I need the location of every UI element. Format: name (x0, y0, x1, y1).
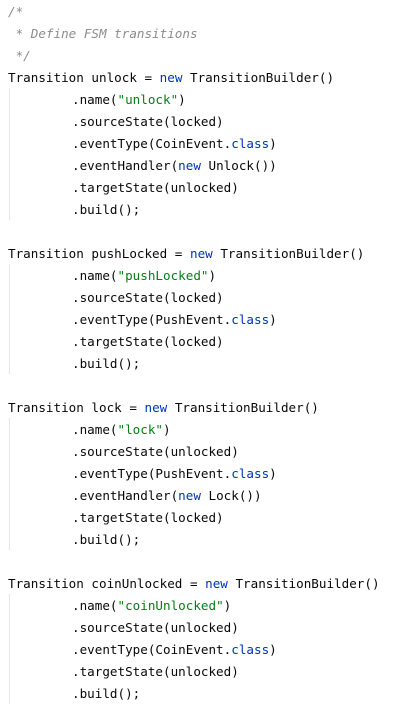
code-line-call: .eventType(PushEvent.class) (8, 309, 277, 331)
code-text: ) (178, 92, 186, 107)
code-line-call: .targetState(locked) (8, 507, 224, 529)
code-keyword: new (205, 576, 228, 591)
code-text: ) (269, 312, 277, 327)
code-text: .sourceState(unlocked) (72, 444, 239, 459)
code-text: Transition lock = (8, 400, 145, 415)
code-text: .eventType(PushEvent. (72, 312, 232, 327)
code-line-call: .build(); (8, 529, 140, 551)
code-line-call: .eventType(CoinEvent.class) (8, 133, 277, 155)
code-text: .targetState(locked) (72, 510, 224, 525)
code-text: .eventType(CoinEvent. (72, 136, 232, 151)
code-line-call: .sourceState(locked) (8, 111, 224, 133)
code-text: .eventHandler( (72, 488, 179, 503)
comment-line: * Define FSM transitions (8, 26, 198, 41)
code-text: .name( (72, 598, 118, 613)
code-line-call: .sourceState(unlocked) (8, 441, 239, 463)
code-line-call: .targetState(unlocked) (8, 177, 239, 199)
code-keyword: class (231, 136, 270, 151)
code-line-declaration: Transition lock = new TransitionBuilder(… (8, 397, 319, 419)
code-line-call: .targetState(unlocked) (8, 661, 239, 683)
code-line-call: .sourceState(unlocked) (8, 617, 239, 639)
code-text: TransitionBuilder() (212, 246, 365, 261)
code-text: .build(); (72, 686, 141, 701)
code-text: ) (269, 136, 277, 151)
code-line-call: .build(); (8, 199, 140, 221)
code-text: .targetState(locked) (72, 334, 224, 349)
code-keyword: class (231, 642, 270, 657)
code-line-call: .build(); (8, 683, 140, 705)
code-text: .name( (72, 422, 118, 437)
code-text: Transition coinUnlocked = (8, 576, 206, 591)
code-line-declaration: Transition coinUnlocked = new Transition… (8, 573, 380, 595)
code-text: ) (269, 642, 277, 657)
code-line-declaration: Transition unlock = new TransitionBuilde… (8, 67, 334, 89)
code-text: TransitionBuilder() (227, 576, 380, 591)
code-keyword: class (231, 466, 270, 481)
code-editor[interactable]: /* * Define FSM transitions */ Transitio… (0, 0, 408, 719)
code-text: .build(); (72, 532, 141, 547)
code-text: ) (163, 422, 171, 437)
code-text: Unlock()) (200, 158, 277, 173)
code-keyword: new (159, 70, 183, 85)
code-string: "lock" (117, 422, 164, 437)
code-line-call: .name("coinUnlocked") (8, 595, 231, 617)
code-string: "coinUnlocked" (117, 598, 224, 613)
code-keyword: new (144, 400, 168, 415)
code-text: .sourceState(locked) (72, 290, 224, 305)
code-line-call: .name("unlock") (8, 89, 186, 111)
code-text: ) (223, 598, 232, 613)
comment-line: */ (8, 48, 31, 63)
code-line-call: .build(); (8, 353, 140, 375)
code-text: ) (208, 268, 217, 283)
code-text: .targetState(unlocked) (72, 664, 239, 679)
code-text: TransitionBuilder() (167, 400, 319, 415)
code-keyword: new (189, 246, 213, 261)
code-line-call: .eventType(CoinEvent.class) (8, 639, 277, 661)
code-text: Transition pushLocked = (8, 246, 190, 261)
code-line-call: .targetState(locked) (8, 331, 224, 353)
code-text: .sourceState(unlocked) (72, 620, 239, 635)
code-text: .build(); (72, 202, 141, 217)
code-string: "pushLocked" (117, 268, 209, 283)
code-line-call: .sourceState(locked) (8, 287, 224, 309)
code-string: "unlock" (117, 92, 179, 107)
code-keyword: class (231, 312, 270, 327)
comment-line: /* (8, 4, 24, 19)
code-text: .eventHandler( (72, 158, 179, 173)
code-text: .build(); (72, 356, 141, 371)
code-line-call: .eventType(PushEvent.class) (8, 463, 277, 485)
code-keyword: new (178, 158, 201, 173)
code-text: Lock()) (200, 488, 262, 503)
code-text: .eventType(CoinEvent. (72, 642, 232, 657)
code-line-call: .name("pushLocked") (8, 265, 216, 287)
code-line-call: .name("lock") (8, 419, 171, 441)
code-text: ) (269, 466, 277, 481)
code-keyword: new (178, 488, 201, 503)
code-line-declaration: Transition pushLocked = new TransitionBu… (8, 243, 364, 265)
code-text: TransitionBuilder() (182, 70, 335, 85)
code-text: .sourceState(locked) (72, 114, 224, 129)
code-text: .name( (72, 268, 118, 283)
code-line-call: .eventHandler(new Unlock()) (8, 155, 277, 177)
code-text: Transition unlock = (8, 70, 160, 85)
code-text: .targetState(unlocked) (72, 180, 239, 195)
code-text: .name( (72, 92, 118, 107)
code-line-call: .eventHandler(new Lock()) (8, 485, 262, 507)
code-text: .eventType(PushEvent. (72, 466, 232, 481)
